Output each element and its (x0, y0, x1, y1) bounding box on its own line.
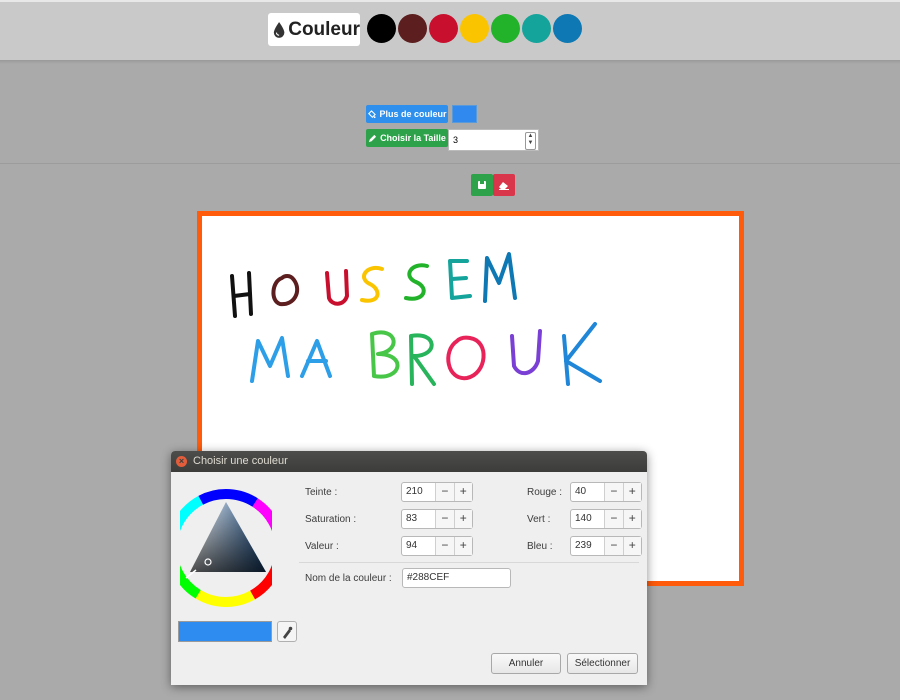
stroke-letter-k (562, 322, 602, 386)
blue-label: Bleu : (527, 541, 553, 552)
close-icon[interactable]: × (176, 456, 187, 467)
stroke-letter-h (230, 271, 253, 318)
floppy-icon (478, 181, 486, 189)
stroke-letter-s1 (360, 265, 384, 303)
saturation-value: 83 (406, 513, 418, 524)
green-spinbutton[interactable]: 140 − + (570, 509, 642, 529)
value-increment[interactable]: + (453, 537, 472, 555)
green-label: Vert : (527, 514, 551, 525)
value-label: Valeur : (305, 541, 339, 552)
dialog-titlebar: × Choisir une couleur (171, 451, 647, 472)
hue-value: 210 (406, 486, 423, 497)
size-value: 3 (453, 135, 459, 145)
green-value: 140 (575, 513, 592, 524)
green-increment[interactable]: + (622, 510, 641, 528)
select-button[interactable]: Sélectionner (567, 653, 638, 674)
stroke-letter-a (300, 339, 332, 378)
choose-size-label: Choisir la Taille (380, 133, 446, 143)
saturation-spinbutton[interactable]: 83 − + (401, 509, 473, 529)
blue-increment[interactable]: + (622, 537, 641, 555)
hue-increment[interactable]: + (453, 483, 472, 501)
color-name-input[interactable]: #288CEF (402, 568, 511, 588)
blue-spinbutton[interactable]: 239 − + (570, 536, 642, 556)
choose-size-button[interactable]: Choisir la Taille (366, 129, 448, 147)
color-name-value: #288CEF (407, 572, 450, 583)
swatch-teal[interactable] (522, 14, 551, 43)
red-label: Rouge : (527, 487, 563, 498)
value-decrement[interactable]: − (435, 537, 454, 555)
paint-bucket-icon (368, 109, 377, 118)
stroke-letter-s2 (404, 263, 429, 301)
divider (0, 163, 900, 164)
swatch-yellow[interactable] (460, 14, 489, 43)
hue-label: Teinte : (305, 487, 338, 498)
stroke-letter-b (370, 330, 400, 379)
saturation-decrement[interactable]: − (435, 510, 454, 528)
value-value: 94 (406, 540, 418, 551)
saturation-increment[interactable]: + (453, 510, 472, 528)
more-color-button[interactable]: Plus de couleur (366, 105, 448, 123)
red-value: 40 (575, 486, 587, 497)
dialog-title: Choisir une couleur (193, 455, 288, 467)
color-title-box: Couleur (268, 13, 360, 46)
size-spinner[interactable]: ▲ ▼ (525, 132, 536, 150)
value-spinbutton[interactable]: 94 − + (401, 536, 473, 556)
save-button[interactable] (471, 174, 493, 196)
red-decrement[interactable]: − (604, 483, 623, 501)
stroke-letter-m (483, 252, 517, 303)
swatch-blue[interactable] (553, 14, 582, 43)
more-color-label: Plus de couleur (379, 109, 447, 119)
red-spinbutton[interactable]: 40 − + (570, 482, 642, 502)
stroke-letter-u (325, 269, 349, 306)
hue-spinbutton[interactable]: 210 − + (401, 482, 473, 502)
current-color-preview[interactable] (452, 105, 477, 123)
pencil-icon (368, 134, 377, 142)
top-toolbar: Couleur (0, 0, 900, 60)
stroke-letter-r (409, 333, 436, 386)
selected-color-bar (178, 621, 272, 642)
color-name-label: Nom de la couleur : (305, 573, 392, 584)
stroke-letter-e (448, 259, 472, 300)
swatch-black[interactable] (367, 14, 396, 43)
hue-decrement[interactable]: − (435, 483, 454, 501)
stroke-letter-u2 (510, 329, 542, 376)
swatch-green[interactable] (491, 14, 520, 43)
stroke-letter-o (271, 274, 300, 307)
eyedropper-icon (283, 626, 293, 639)
saturation-label: Saturation : (305, 514, 357, 525)
eyedropper-button[interactable] (277, 621, 297, 642)
red-increment[interactable]: + (622, 483, 641, 501)
swatch-red[interactable] (429, 14, 458, 43)
blue-value: 239 (575, 540, 592, 551)
blue-decrement[interactable]: − (604, 537, 623, 555)
drop-icon (273, 21, 285, 38)
swatch-dark-red[interactable] (398, 14, 427, 43)
color-title: Couleur (288, 18, 360, 40)
toolbar-shadow (0, 60, 900, 64)
erase-button[interactable] (493, 174, 515, 196)
stroke-letter-m2 (250, 336, 290, 383)
stroke-letter-o2 (446, 335, 486, 381)
fields-separator (299, 562, 639, 563)
hue-wheel[interactable] (167, 482, 285, 619)
color-chooser-dialog: × Choisir une couleur Teinte: 210 − + S… (167, 451, 647, 685)
cancel-button[interactable]: Annuler (491, 653, 561, 674)
green-decrement[interactable]: − (604, 510, 623, 528)
eraser-icon (499, 182, 509, 190)
size-input[interactable]: 3 ▲ ▼ (448, 129, 539, 151)
color-wheel-graphic (167, 489, 285, 607)
